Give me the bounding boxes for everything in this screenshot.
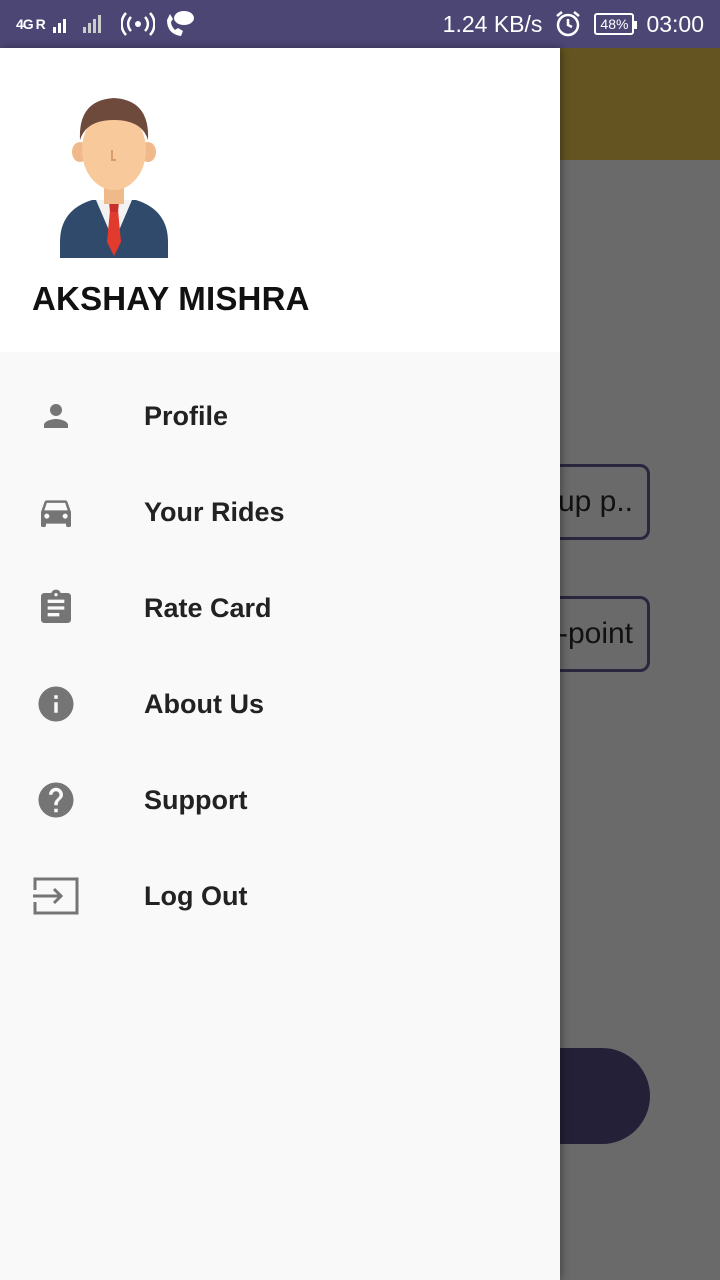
menu-label-profile: Profile bbox=[144, 400, 229, 431]
person-icon bbox=[32, 392, 80, 440]
drop-field-text: -point bbox=[557, 617, 633, 650]
alarm-icon bbox=[556, 11, 581, 37]
menu-label-rate-card: Rate Card bbox=[144, 592, 272, 623]
car-icon bbox=[32, 488, 80, 536]
network-speed: 1.24 KB/s bbox=[442, 10, 543, 37]
pickup-field-text: up p.. bbox=[557, 485, 633, 518]
menu-item-rate-card[interactable]: Rate Card bbox=[0, 560, 560, 656]
clipboard-icon bbox=[32, 584, 80, 632]
drawer-header: AKSHAY MISHRA bbox=[0, 48, 560, 352]
battery-indicator: 48% bbox=[594, 13, 638, 35]
menu-label-your-rides: Your Rides bbox=[144, 496, 285, 527]
menu-item-log-out[interactable]: Log Out bbox=[0, 848, 560, 944]
menu-item-about-us[interactable]: About Us bbox=[0, 656, 560, 752]
signal-icon bbox=[52, 15, 101, 33]
menu-label-log-out: Log Out bbox=[144, 880, 248, 911]
info-icon bbox=[32, 680, 80, 728]
hotspot-icon bbox=[120, 12, 155, 36]
logout-icon bbox=[32, 872, 80, 920]
user-name: AKSHAY MISHRA bbox=[32, 280, 310, 317]
wifi-calling-icon bbox=[166, 11, 194, 36]
clock: 03:00 bbox=[646, 10, 704, 37]
menu-item-profile[interactable]: Profile bbox=[0, 368, 560, 464]
network-type: 4G R bbox=[16, 16, 46, 32]
drawer-menu: Profile Your Rides Rate Card About Us Su… bbox=[0, 368, 560, 944]
status-bar: 4G R 1.24 KB/s 48% 03:00 bbox=[0, 0, 720, 48]
help-icon bbox=[32, 776, 80, 824]
menu-label-support: Support bbox=[144, 784, 248, 815]
menu-item-your-rides[interactable]: Your Rides bbox=[0, 464, 560, 560]
navigation-drawer: AKSHAY MISHRA Profile Your Rides Rate Ca… bbox=[0, 48, 560, 1280]
menu-label-about-us: About Us bbox=[144, 688, 264, 719]
menu-item-support[interactable]: Support bbox=[0, 752, 560, 848]
avatar bbox=[60, 98, 168, 258]
